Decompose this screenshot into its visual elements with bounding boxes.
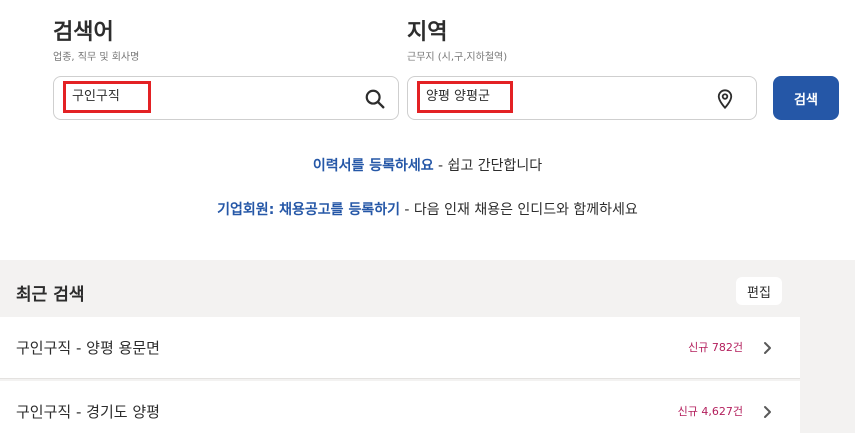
recent-searches-title: 최근 검색 bbox=[16, 285, 85, 305]
employer-link[interactable]: 기업회원: 채용공고를 등록하기 bbox=[217, 202, 400, 218]
where-input-value[interactable]: 양평 양평군 bbox=[417, 81, 513, 113]
recent-search-item[interactable]: 구인구직 - 양평 용문면 신규 782건 bbox=[0, 317, 800, 379]
search-button[interactable]: 검색 bbox=[773, 76, 839, 120]
search-icon bbox=[365, 89, 385, 109]
where-field-title: 지역 bbox=[407, 20, 448, 45]
where-input[interactable]: 양평 양평군 bbox=[407, 76, 757, 120]
what-field-title: 검색어 bbox=[53, 20, 114, 45]
resume-link[interactable]: 이력서를 등록하세요 bbox=[313, 158, 434, 174]
recent-search-label: 구인구직 - 양평 용문면 bbox=[16, 339, 160, 357]
what-input[interactable]: 구인구직 bbox=[53, 76, 399, 120]
recent-search-label: 구인구직 - 경기도 양평 bbox=[16, 403, 160, 421]
chevron-right-icon bbox=[764, 342, 771, 354]
location-pin-icon bbox=[717, 89, 733, 110]
employer-promo-text: - 다음 인재 채용은 인디드와 함께하세요 bbox=[399, 202, 638, 218]
new-jobs-count: 신규 4,627건 bbox=[677, 405, 743, 418]
resume-promo-text: - 쉽고 간단합니다 bbox=[433, 158, 543, 174]
edit-button[interactable]: 편집 bbox=[736, 277, 782, 305]
employer-promo: 기업회원: 채용공고를 등록하기 - 다음 인재 채용은 인디드와 함께하세요 bbox=[0, 199, 855, 219]
recent-searches-section: 최근 검색 편집 구인구직 - 양평 용문면 신규 782건 구인구직 - 경기… bbox=[0, 260, 855, 433]
what-input-value[interactable]: 구인구직 bbox=[63, 81, 151, 113]
resume-promo: 이력서를 등록하세요 - 쉽고 간단합니다 bbox=[0, 155, 855, 175]
recent-search-item[interactable]: 구인구직 - 경기도 양평 신규 4,627건 bbox=[0, 381, 800, 433]
new-jobs-count: 신규 782건 bbox=[688, 341, 743, 354]
page: 검색어 업종, 직무 및 회사명 구인구직 지역 근무지 (시,구,지하철역) … bbox=[0, 0, 855, 433]
what-field-subtitle: 업종, 직무 및 회사명 bbox=[53, 52, 140, 63]
what-field-group: 검색어 업종, 직무 및 회사명 구인구직 bbox=[53, 18, 399, 120]
where-field-subtitle: 근무지 (시,구,지하철역) bbox=[407, 52, 508, 63]
chevron-right-icon bbox=[764, 406, 771, 418]
where-field-group: 지역 근무지 (시,구,지하철역) 양평 양평군 bbox=[407, 18, 757, 120]
